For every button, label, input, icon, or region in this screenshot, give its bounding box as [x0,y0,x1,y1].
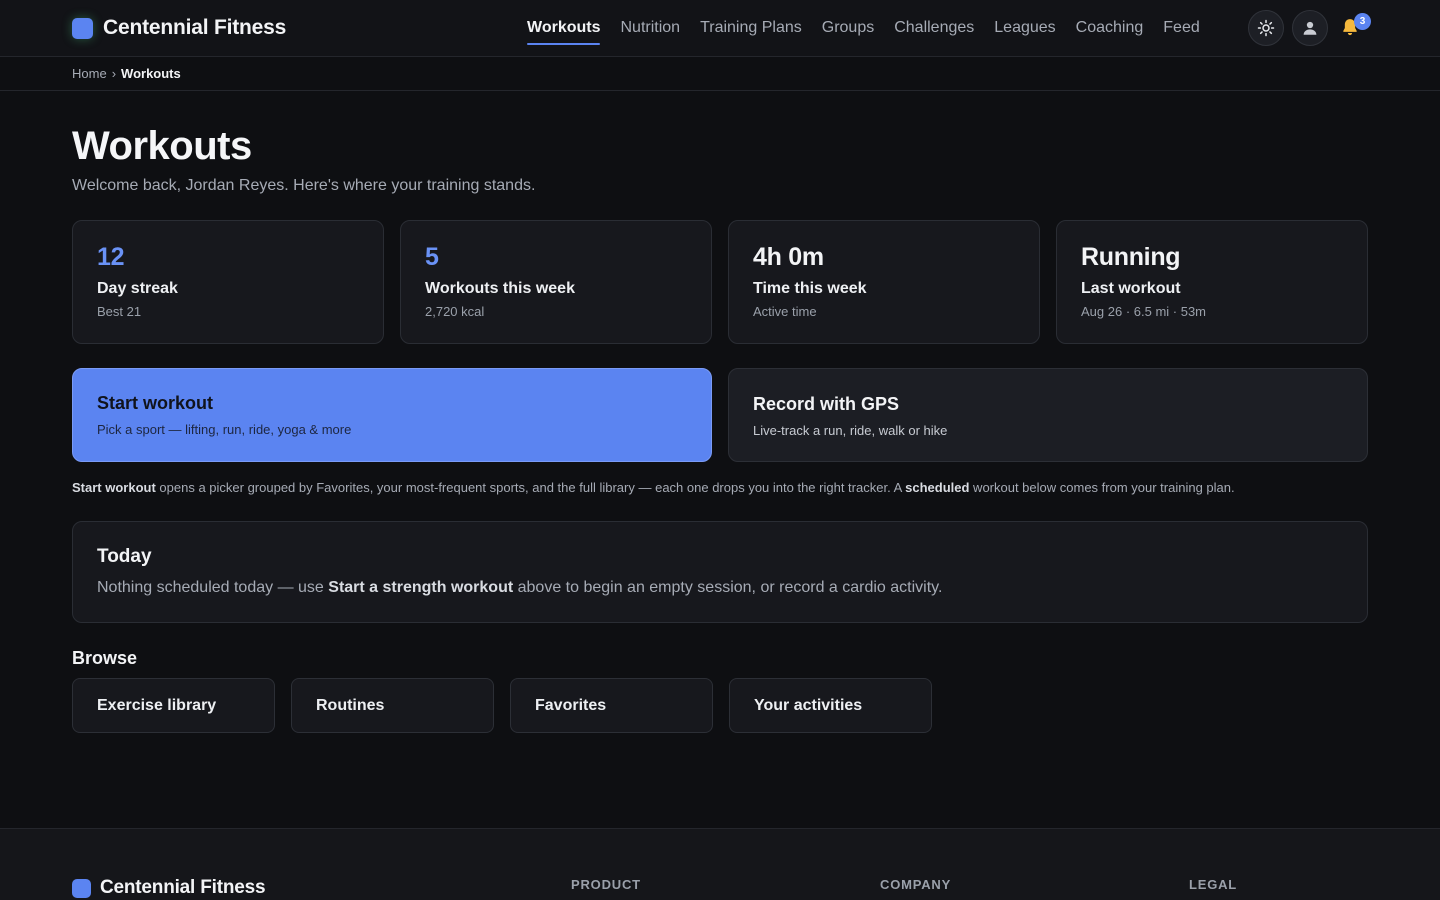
browse-favorites[interactable]: Favorites [510,678,713,733]
browse-exercise-library[interactable]: Exercise library [72,678,275,733]
stats-row: 12 Day streak Best 21 5 Workouts this we… [72,220,1368,344]
theme-toggle-button[interactable] [1248,10,1284,46]
page-subtitle: Welcome back, Jordan Reyes. Here's where… [72,177,536,194]
start-workout-title: Start workout [97,393,214,413]
stat-meta: 2,720 kcal [425,304,485,319]
record-gps-button[interactable]: Record with GPS Live-track a run, ride, … [728,368,1368,462]
today-card: Today Nothing scheduled today — use Star… [72,521,1368,623]
top-navbar: Centennial Fitness Workouts Nutrition Tr… [0,0,1440,57]
start-workout-subtitle: Pick a sport — lifting, run, ride, yoga … [97,422,352,437]
nav-workouts[interactable]: Workouts [527,0,601,56]
hint-bold-scheduled: scheduled [905,480,970,495]
stat-card-time-week: 4h 0m Time this week Active time [728,220,1040,344]
breadcrumb-current: Workouts [121,66,181,81]
user-icon [1303,21,1317,35]
start-workout-hint: Start workout opens a picker grouped by … [72,480,1235,495]
brand-mark-icon [72,17,93,39]
stat-label: Workouts this week [425,280,575,297]
stat-meta: Active time [753,304,817,319]
stat-value: Running [1081,243,1181,271]
start-workout-button[interactable]: Start workout Pick a sport — lifting, ru… [72,368,712,462]
account-button[interactable] [1292,10,1328,46]
stat-value: 5 [425,243,439,271]
breadcrumb-home[interactable]: Home [72,66,107,81]
nav-leagues[interactable]: Leagues [994,0,1055,56]
today-text: Nothing scheduled today — use Start a st… [97,579,1343,597]
footer-col-legal: LEGAL [1189,877,1238,892]
stat-value: 12 [97,243,125,271]
footer-col-product: PRODUCT [571,877,641,892]
nav-feed[interactable]: Feed [1163,0,1199,56]
stat-label: Day streak [97,280,178,297]
sun-icon [1257,19,1275,37]
main-nav: Workouts Nutrition Training Plans Groups… [527,0,1220,56]
record-gps-subtitle: Live-track a run, ride, walk or hike [753,423,948,438]
browse-title: Browse [72,648,138,668]
footer: Centennial Fitness PRODUCT COMPANY LEGAL [0,828,1440,900]
nav-training-plans[interactable]: Training Plans [700,0,802,56]
brand-logo[interactable]: Centennial Fitness [72,16,286,40]
today-title: Today [97,546,152,567]
footer-brand[interactable]: Centennial Fitness [72,877,266,899]
stat-card-last-workout: Running Last workout Aug 26 · 6.5 mi · 5… [1056,220,1368,344]
footer-col-company: COMPANY [880,877,952,892]
footer-brand-name: Centennial Fitness [100,877,266,898]
breadcrumb-separator: › [111,66,117,81]
breadcrumb: Home › Workouts [0,57,1440,91]
actions-row: Start workout Pick a sport — lifting, ru… [72,368,1368,462]
today-bold-strength: Start a strength workout [328,579,514,596]
today-text-2: above to begin an empty session, or reco… [513,579,943,596]
nav-challenges[interactable]: Challenges [894,0,974,56]
browse-row: Exercise library Routines Favorites Your… [72,678,932,733]
stat-card-streak: 12 Day streak Best 21 [72,220,384,344]
footer-brand-mark-icon [72,878,91,898]
browse-your-activities[interactable]: Your activities [729,678,932,733]
nav-groups[interactable]: Groups [822,0,874,56]
stat-label: Last workout [1081,280,1181,297]
nav-nutrition[interactable]: Nutrition [620,0,680,56]
hint-bold-start: Start workout [72,480,156,495]
stat-value: 4h 0m [753,243,824,271]
stat-label: Time this week [753,280,867,297]
record-gps-title: Record with GPS [753,394,900,414]
hint-text-2: workout below comes from your training p… [969,480,1235,495]
brand-name: Centennial Fitness [103,16,287,39]
stat-meta: Best 21 [97,304,142,319]
browse-routines[interactable]: Routines [291,678,494,733]
today-text-1: Nothing scheduled today — use [97,579,329,596]
notification-count-badge: 3 [1354,13,1371,30]
page-title: Workouts [72,124,252,168]
nav-coaching[interactable]: Coaching [1076,0,1144,56]
hint-text-1: opens a picker grouped by Favorites, you… [155,480,906,495]
stat-card-workouts-week: 5 Workouts this week 2,720 kcal [400,220,712,344]
stat-meta: Aug 26 · 6.5 mi · 53m [1081,304,1206,319]
